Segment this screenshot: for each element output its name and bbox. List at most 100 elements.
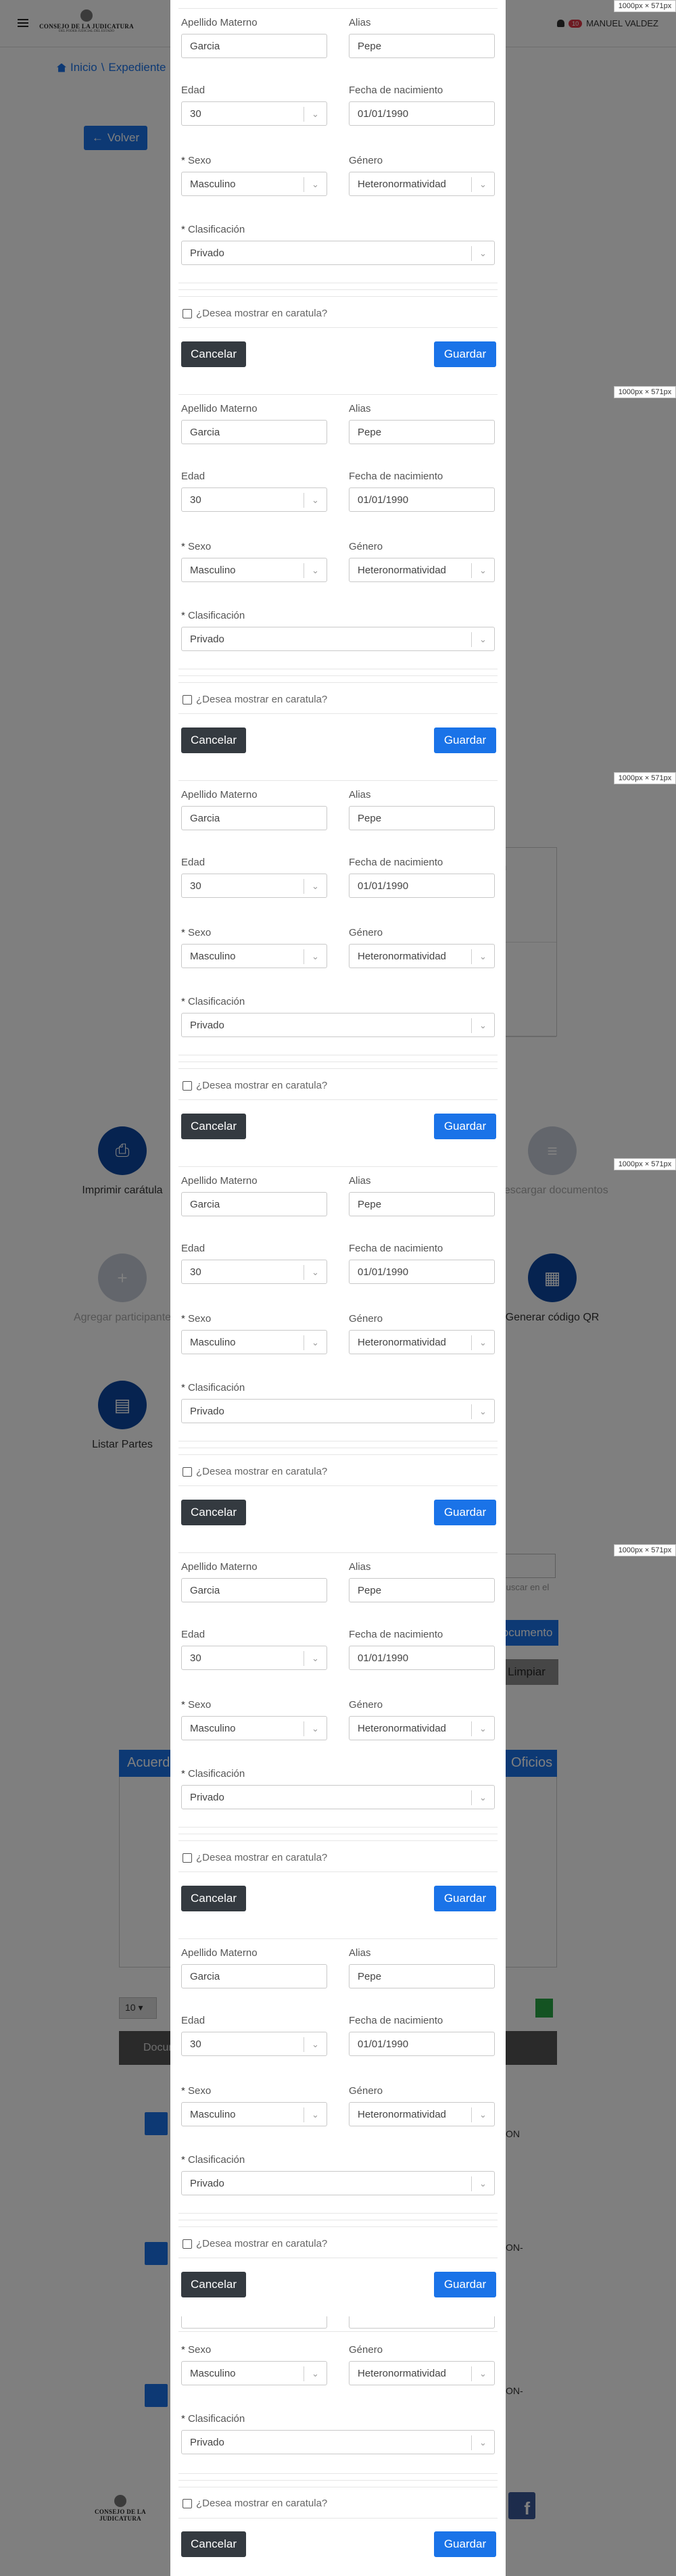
show-on-cover-checkbox[interactable] [183, 694, 192, 705]
show-on-cover-row[interactable]: ¿Desea mostrar en caratula? [183, 2498, 327, 2509]
modal-frame: * Sexo Masculino ⌄ Género Heteronormativi… [170, 2316, 506, 2576]
birthdate-input[interactable]: 01/01/1990 [349, 1646, 495, 1670]
age-select[interactable]: 30 ⌄ [181, 101, 327, 126]
age-select[interactable]: 30 ⌄ [181, 2032, 327, 2056]
cancel-button[interactable]: Cancelar [181, 728, 246, 753]
show-on-cover-row[interactable]: ¿Desea mostrar en caratula? [183, 308, 327, 319]
classification-select[interactable]: Privado ⌄ [181, 241, 495, 265]
show-on-cover-label: ¿Desea mostrar en caratula? [196, 2498, 328, 2509]
maternal-surname-input[interactable]: Garcia [181, 806, 327, 830]
gender-select[interactable]: Heteronormatividad ⌄ [349, 2361, 495, 2385]
gender-select[interactable]: Heteronormatividad ⌄ [349, 1716, 495, 1740]
cancel-button[interactable]: Cancelar [181, 1886, 246, 1911]
show-on-cover-row[interactable]: ¿Desea mostrar en caratula? [183, 1852, 327, 1863]
divider [178, 1454, 498, 1455]
age-select[interactable] [181, 2316, 327, 2329]
alias-label: Alias [349, 789, 371, 801]
save-button[interactable]: Guardar [434, 1114, 496, 1139]
birthdate-label: Fecha de nacimiento [349, 857, 443, 868]
cancel-button[interactable]: Cancelar [181, 1114, 246, 1139]
sex-select[interactable]: Masculino ⌄ [181, 2102, 327, 2126]
sex-select[interactable]: Masculino ⌄ [181, 944, 327, 968]
age-select[interactable]: 30 ⌄ [181, 487, 327, 512]
save-button[interactable]: Guardar [434, 2272, 496, 2297]
alias-value: Pepe [358, 812, 382, 824]
birthdate-input[interactable]: 01/01/1990 [349, 101, 495, 126]
birthdate-label: Fecha de nacimiento [349, 1243, 443, 1254]
cancel-button[interactable]: Cancelar [181, 2531, 246, 2557]
age-select[interactable]: 30 ⌄ [181, 1260, 327, 1284]
chevron-down-icon: ⌄ [471, 177, 494, 192]
sex-label: * Sexo [181, 2084, 327, 2098]
divider [178, 675, 498, 676]
cancel-button[interactable]: Cancelar [181, 1500, 246, 1525]
divider [178, 327, 498, 328]
show-on-cover-row[interactable]: ¿Desea mostrar en caratula? [183, 2238, 327, 2249]
sex-select[interactable]: Masculino ⌄ [181, 2361, 327, 2385]
show-on-cover-checkbox[interactable] [183, 1853, 192, 1863]
birthdate-input[interactable]: 01/01/1990 [349, 2032, 495, 2056]
show-on-cover-row[interactable]: ¿Desea mostrar en caratula? [183, 694, 327, 705]
sex-select[interactable]: Masculino ⌄ [181, 558, 327, 582]
show-on-cover-checkbox[interactable] [183, 2498, 192, 2508]
alias-input[interactable]: Pepe [349, 806, 495, 830]
save-button[interactable]: Guardar [434, 2531, 496, 2557]
chevron-down-icon: ⌄ [304, 1335, 327, 1350]
classification-value: Privado [190, 247, 224, 259]
sex-select[interactable]: Masculino ⌄ [181, 172, 327, 196]
show-on-cover-row[interactable]: ¿Desea mostrar en caratula? [183, 1080, 327, 1091]
sex-select[interactable]: Masculino ⌄ [181, 1330, 327, 1354]
classification-label: * Clasificación [181, 995, 495, 1009]
birthdate-label: Fecha de nacimiento [349, 85, 443, 96]
age-value: 30 [190, 880, 201, 892]
classification-select[interactable]: Privado ⌄ [181, 1013, 495, 1037]
gender-select[interactable]: Heteronormatividad ⌄ [349, 172, 495, 196]
show-on-cover-checkbox[interactable] [183, 1080, 192, 1091]
show-on-cover-checkbox[interactable] [183, 1466, 192, 1477]
birthdate-input[interactable]: 01/01/1990 [349, 487, 495, 512]
classification-select[interactable]: Privado ⌄ [181, 2430, 495, 2454]
age-select[interactable]: 30 ⌄ [181, 1646, 327, 1670]
required-mark: * [181, 541, 185, 552]
show-on-cover-checkbox[interactable] [183, 308, 192, 318]
birthdate-input[interactable]: 01/01/1990 [349, 874, 495, 898]
cancel-button[interactable]: Cancelar [181, 341, 246, 367]
divider [178, 8, 498, 9]
gender-select[interactable]: Heteronormatividad ⌄ [349, 558, 495, 582]
alias-input[interactable]: Pepe [349, 1192, 495, 1216]
age-select[interactable]: 30 ⌄ [181, 874, 327, 898]
alias-input[interactable]: Pepe [349, 420, 495, 444]
gender-select[interactable]: Heteronormatividad ⌄ [349, 944, 495, 968]
alias-input[interactable]: Pepe [349, 1964, 495, 1988]
gender-select[interactable]: Heteronormatividad ⌄ [349, 1330, 495, 1354]
save-button[interactable]: Guardar [434, 1500, 496, 1525]
classification-group: * Clasificación Privado ⌄ [181, 995, 495, 1037]
classification-label-text: Clasificación [188, 2413, 245, 2425]
show-on-cover-checkbox[interactable] [183, 2239, 192, 2249]
save-button[interactable]: Guardar [434, 341, 496, 367]
maternal-surname-input[interactable]: Garcia [181, 1192, 327, 1216]
alias-input[interactable]: Pepe [349, 1578, 495, 1602]
alias-input[interactable]: Pepe [349, 34, 495, 58]
birthdate-input[interactable] [349, 2316, 495, 2329]
chevron-down-icon: ⌄ [304, 2366, 327, 2381]
sex-select[interactable]: Masculino ⌄ [181, 1716, 327, 1740]
birthdate-value: 01/01/1990 [358, 880, 409, 892]
maternal-surname-input[interactable]: Garcia [181, 420, 327, 444]
maternal-surname-input[interactable]: Garcia [181, 1578, 327, 1602]
classification-select[interactable]: Privado ⌄ [181, 1785, 495, 1809]
birthdate-value: 01/01/1990 [358, 1266, 409, 1278]
maternal-surname-input[interactable]: Garcia [181, 1964, 327, 1988]
save-button[interactable]: Guardar [434, 728, 496, 753]
classification-select[interactable]: Privado ⌄ [181, 1399, 495, 1423]
birthdate-input[interactable]: 01/01/1990 [349, 1260, 495, 1284]
save-button[interactable]: Guardar [434, 1886, 496, 1911]
maternal-surname-input[interactable]: Garcia [181, 34, 327, 58]
classification-select[interactable]: Privado ⌄ [181, 627, 495, 651]
show-on-cover-row[interactable]: ¿Desea mostrar en caratula? [183, 1466, 327, 1477]
maternal-surname-label: Apellido Materno [181, 1561, 258, 1573]
cancel-button[interactable]: Cancelar [181, 2272, 246, 2297]
gender-value: Heteronormatividad [358, 564, 446, 576]
gender-select[interactable]: Heteronormatividad ⌄ [349, 2102, 495, 2126]
classification-select[interactable]: Privado ⌄ [181, 2171, 495, 2195]
